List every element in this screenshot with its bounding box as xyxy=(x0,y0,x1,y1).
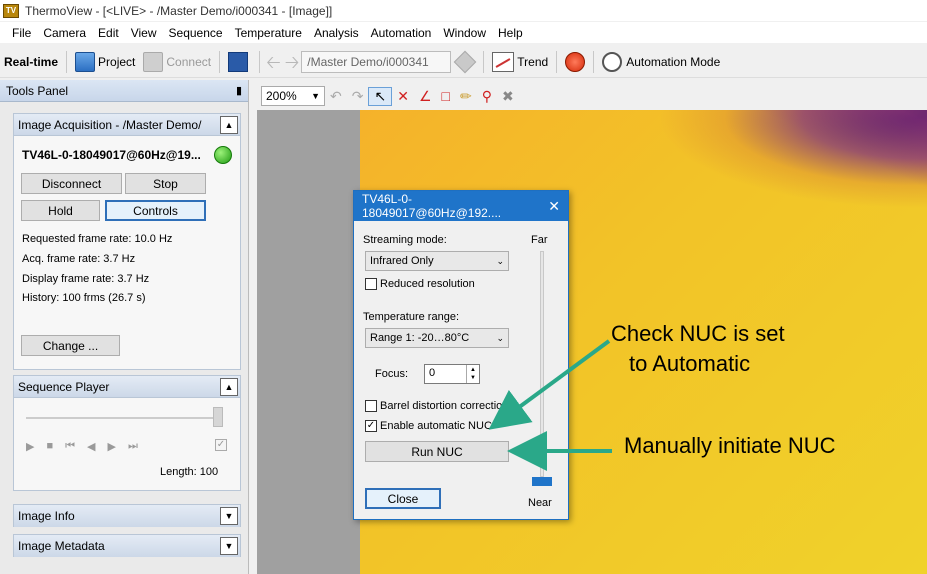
annotation-check-nuc-line1: Check NUC is set xyxy=(611,321,785,346)
annotation-check-nuc-line2: to Automatic xyxy=(629,351,751,376)
annotation-manual-nuc: Manually initiate NUC xyxy=(624,433,836,458)
arrow-to-auto-nuc xyxy=(488,339,611,430)
annotation-arrows xyxy=(488,339,612,471)
